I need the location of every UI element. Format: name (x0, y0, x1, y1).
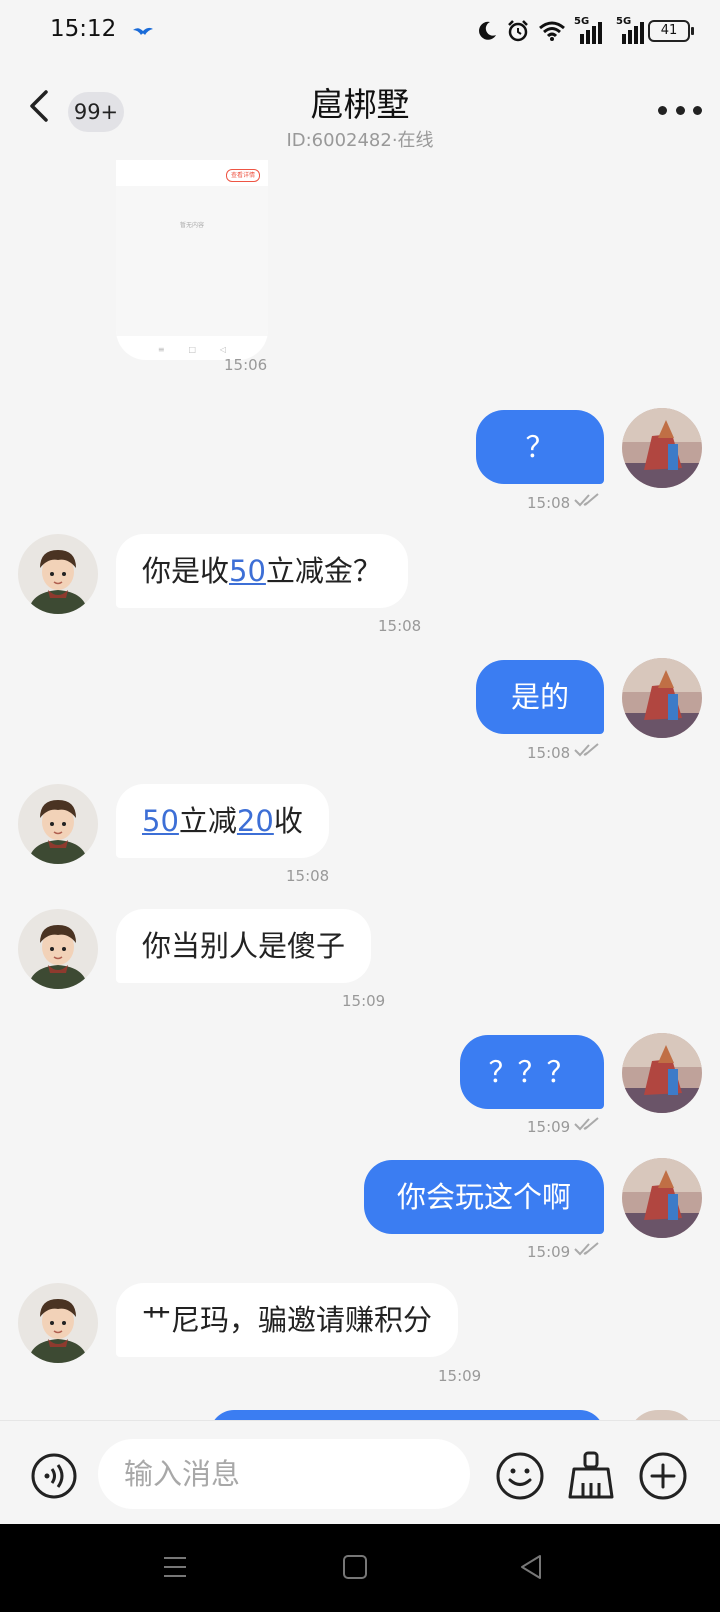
message-time: 15:09 (527, 1118, 571, 1136)
message-input[interactable] (98, 1439, 470, 1509)
wifi-icon (539, 21, 565, 41)
incoming-message-bubble[interactable]: 你当别人是傻子 (116, 909, 372, 983)
image-topbar: 查看详情 (116, 160, 268, 187)
contact-avatar[interactable] (18, 1283, 98, 1363)
system-navigation-bar (0, 1524, 720, 1612)
message-time: 15:09 (438, 1367, 482, 1385)
number-link[interactable]: 20 (237, 804, 274, 838)
signal-strength-icon-2: 5G (616, 16, 650, 44)
outgoing-message-bubble[interactable]: ？？？ (460, 1035, 604, 1109)
read-receipt-icon (574, 493, 599, 507)
contact-avatar[interactable] (18, 909, 98, 989)
my-avatar[interactable] (622, 1033, 702, 1113)
contact-avatar[interactable] (18, 534, 98, 614)
more-actions-button[interactable] (638, 1451, 688, 1505)
incoming-message-bubble[interactable]: 50立减20收 (116, 784, 329, 858)
read-receipt-icon (574, 1242, 599, 1256)
read-receipt-icon (574, 1117, 599, 1131)
voice-icon (31, 1453, 77, 1499)
message-time: 15:08 (527, 494, 571, 512)
image-nav-icons: ≡ □ ◁ (157, 345, 227, 354)
plus-icon (639, 1452, 687, 1500)
back-triangle-icon (521, 1555, 541, 1579)
my-avatar[interactable] (622, 1158, 702, 1238)
message-time: 15:08 (286, 867, 330, 885)
chat-header: 99+ 扈梆墅 ID:6002482·在线 (0, 64, 720, 160)
chat-title: 扈梆墅 (310, 85, 410, 124)
number-link[interactable]: 50 (142, 804, 179, 838)
battery-level: 41 (660, 23, 678, 38)
message-time: 15:09 (527, 1243, 571, 1261)
my-avatar[interactable] (622, 408, 702, 488)
back-nav-button[interactable] (518, 1554, 544, 1584)
incoming-message-bubble[interactable]: 你是收50立减金？ (116, 534, 408, 608)
menu-icon (164, 1557, 186, 1577)
contact-avatar[interactable] (18, 784, 98, 864)
chat-subtitle: ID:6002482·在线 (286, 130, 434, 151)
smiley-icon (496, 1452, 544, 1500)
home-nav-button[interactable] (342, 1554, 368, 1584)
message-text: 立减 (178, 804, 237, 838)
voice-button[interactable] (30, 1452, 78, 1504)
signal-strength-icon: 5G (574, 16, 608, 44)
home-square-icon (343, 1555, 367, 1579)
emoji-button[interactable] (495, 1451, 545, 1505)
dot-icon (675, 105, 685, 115)
read-receipt-icon (574, 743, 599, 757)
image-message[interactable]: 查看详情 暂无内容 ≡ □ ◁ (116, 160, 268, 360)
outgoing-message-bubble[interactable]: 你会玩这个啊 (364, 1160, 604, 1234)
moon-icon (479, 21, 496, 40)
message-text: 收 (273, 804, 303, 838)
my-avatar[interactable] (622, 658, 702, 738)
image-pill: 查看详情 (226, 169, 260, 182)
message-time: 15:09 (342, 992, 386, 1010)
number-link[interactable]: 50 (229, 554, 266, 588)
clear-button[interactable] (566, 1449, 616, 1505)
alarm-icon (508, 20, 528, 42)
dot-icon (693, 105, 702, 115)
outgoing-message-bubble[interactable]: ？ (476, 410, 604, 484)
status-bar: 15:12 5G 5G 41 (0, 0, 720, 64)
message-input-bar (0, 1420, 720, 1525)
incoming-message-bubble[interactable]: 艹尼玛，骗邀请赚积分 (116, 1283, 459, 1357)
message-text: 立减金？ (265, 554, 382, 588)
app-notification-icon (133, 27, 153, 35)
message-text: 你是收 (142, 554, 230, 588)
outgoing-message-bubble[interactable]: 是的 (476, 660, 604, 734)
message-time: 15:08 (527, 744, 571, 762)
menu-nav-button[interactable] (162, 1554, 188, 1584)
message-time: 15:06 (224, 356, 268, 374)
image-mini-text: 暂无内容 (179, 222, 204, 229)
battery-icon: 41 (648, 20, 694, 42)
status-time: 15:12 (50, 16, 117, 42)
message-time: 15:08 (378, 617, 422, 635)
broom-icon (568, 1451, 614, 1499)
image-body: 暂无内容 (116, 186, 268, 336)
dot-icon (658, 105, 667, 115)
more-options-button[interactable] (658, 104, 702, 116)
